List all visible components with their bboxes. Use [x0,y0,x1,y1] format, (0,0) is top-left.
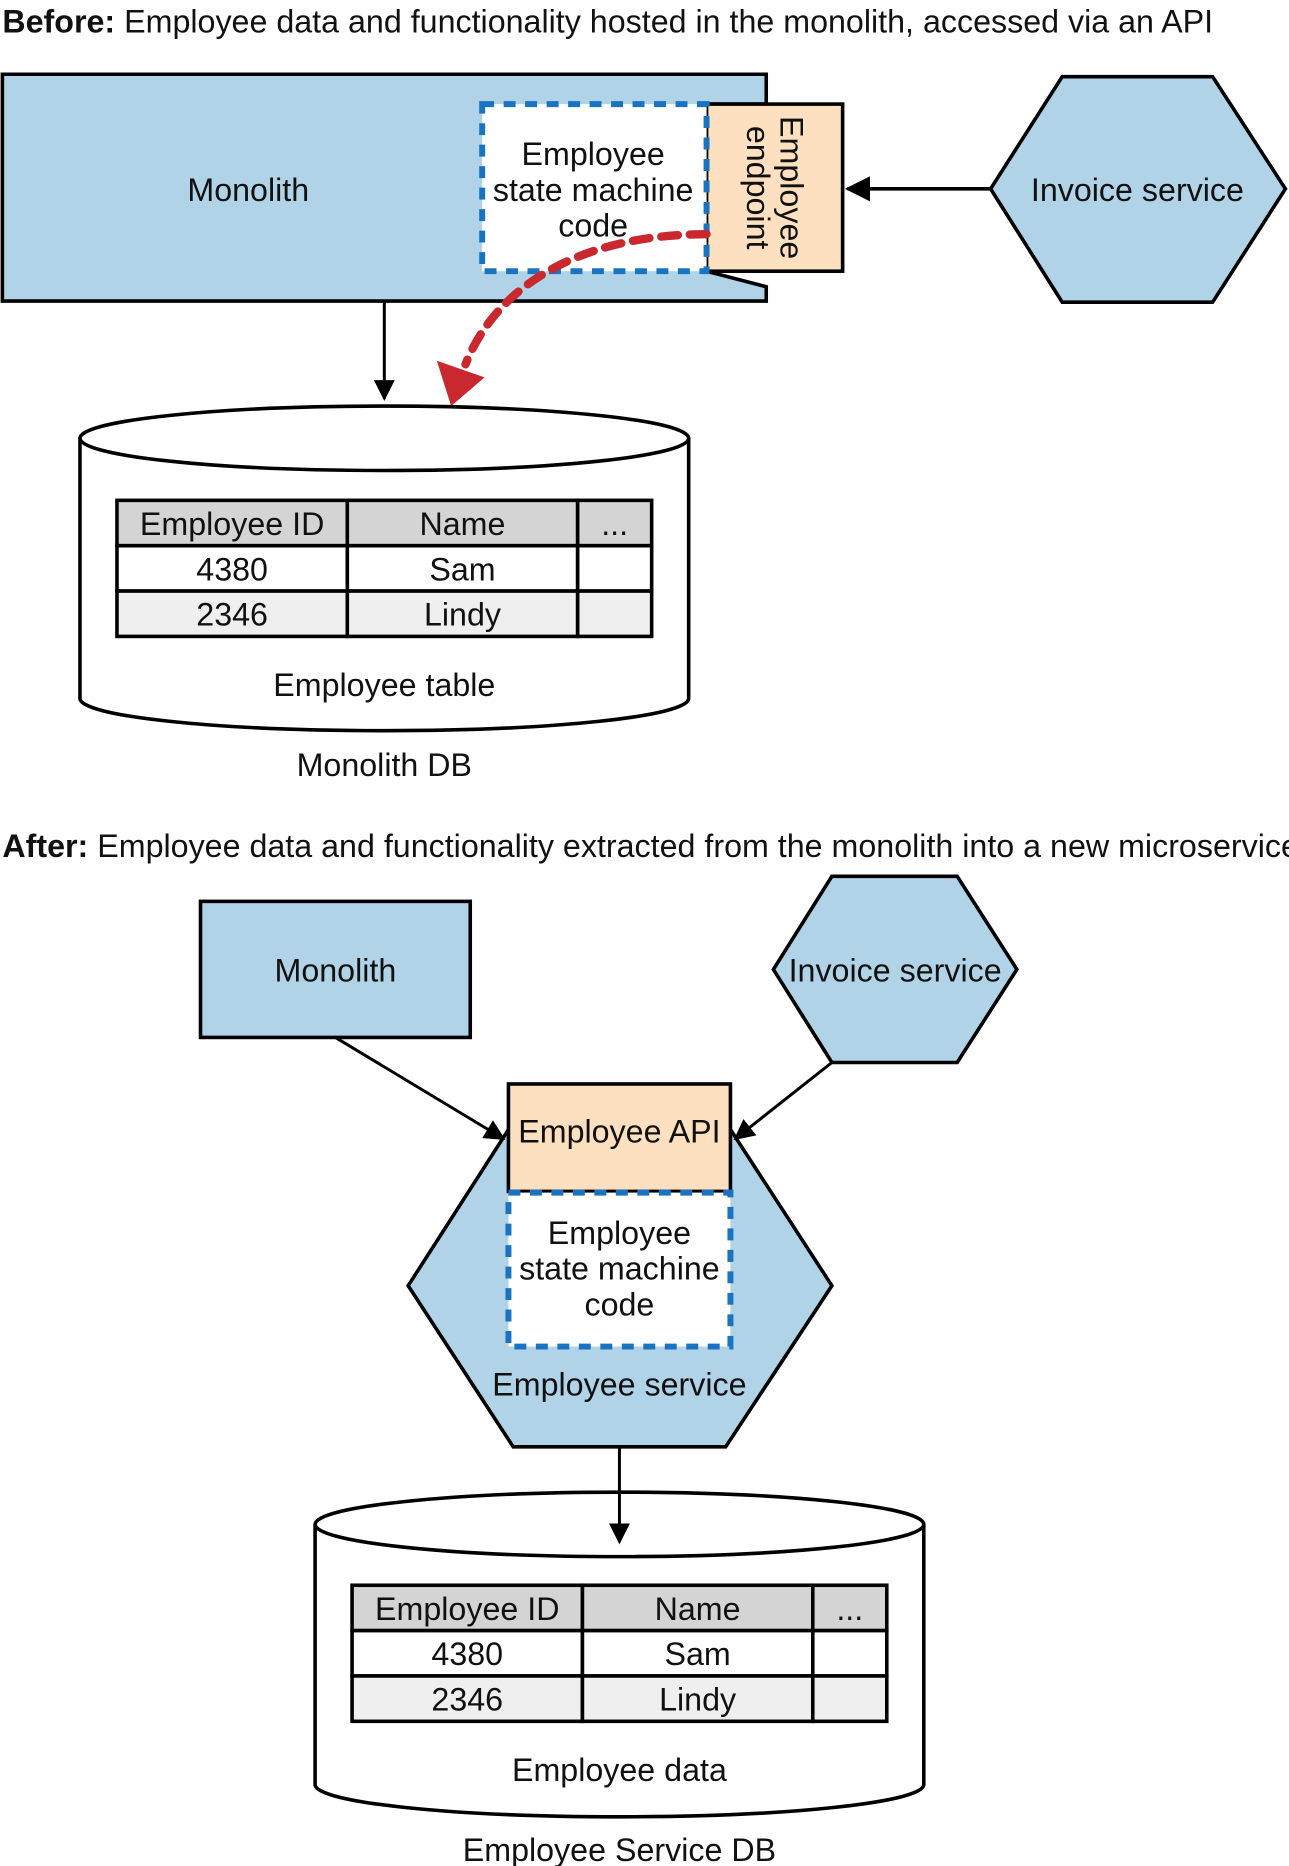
endpoint-label-1: Employee [774,116,810,259]
table-cell [810,1628,889,1678]
architecture-diagram: Before: Employee data and functionality … [0,3,1289,1866]
state-machine-after-line-1: Employee [548,1215,691,1251]
invoice-service-label: Invoice service [1031,172,1244,208]
table-cell [810,1674,889,1724]
table-header-text: Name [655,1591,741,1627]
table-cell-text: Sam [664,1636,730,1672]
invoice-to-api-arrow [733,1061,833,1141]
state-machine-after-line-2: state machine [519,1251,720,1287]
table-cell-text: 4380 [196,551,268,587]
employee-table-label: Employee table [273,667,495,703]
table-header-text: Employee ID [375,1591,559,1627]
monolith-label: Monolith [187,172,309,208]
table-cell-text: 4380 [431,1636,503,1672]
table-header-text: Employee ID [140,506,324,542]
monolith-to-api-arrow [334,1036,506,1141]
invoice-service-label-after: Invoice service [789,952,1002,988]
employee-data-label: Employee data [512,1752,727,1788]
table-cell-text: 2346 [196,597,268,633]
table-cell [575,589,654,639]
table-cell-text: Sam [429,551,495,587]
state-machine-line-2: state machine [493,172,694,208]
state-machine-after-line-3: code [584,1287,654,1323]
employee-service-db-label: Employee Service DB [463,1832,776,1866]
before-title: Before: Employee data and functionality … [2,3,1213,39]
table-header-text: ... [836,1591,863,1627]
after-title: After: Employee data and functionality e… [2,828,1289,864]
monolith-label-after: Monolith [274,952,396,988]
table-cell-text: Lindy [424,597,502,633]
migration-arrowhead [436,360,485,407]
table-cell-text: 2346 [431,1682,503,1718]
table-cell-text: Lindy [659,1682,737,1718]
monolith-db-label: Monolith DB [297,747,473,783]
employee-data-table: Employee ID Name ... 4380 Sam 2346 Lindy [350,1583,889,1724]
endpoint-label-2: endpoint [740,126,776,250]
state-machine-line-3: code [558,208,628,244]
table-header-text: ... [601,506,628,542]
table-cell [575,543,654,593]
employee-api-label: Employee API [518,1113,720,1149]
table-header-text: Name [420,506,506,542]
state-machine-line-1: Employee [522,136,665,172]
employee-table: Employee ID Name ... 4380 Sam 2346 Lindy [115,498,654,639]
employee-service-label: Employee service [492,1366,746,1402]
